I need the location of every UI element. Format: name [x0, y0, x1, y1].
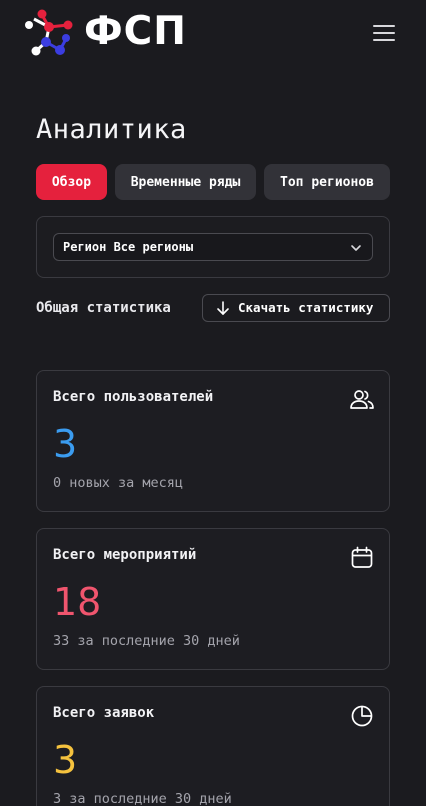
region-select-label: Регион Все регионы [63, 240, 194, 254]
download-icon [217, 301, 229, 315]
menu-line [373, 25, 395, 27]
stat-card-value: 3 [53, 422, 78, 466]
users-icon [350, 390, 374, 409]
hamburger-menu-icon[interactable] [372, 23, 396, 43]
logo-icon[interactable] [22, 7, 76, 57]
page-title: Аналитика [36, 114, 187, 145]
stat-card-title: Всего пользователей [53, 389, 214, 405]
stat-card-title: Всего заявок [53, 705, 155, 721]
menu-line [373, 32, 395, 34]
calendar-icon [351, 546, 373, 568]
download-stats-button[interactable]: Скачать статистику [202, 294, 390, 322]
section-title: Общая статистика [36, 300, 171, 316]
stat-card-subtitle: 0 новых за месяц [53, 475, 184, 491]
stat-card-applications: Всего заявок 3 3 за последние 30 дней [36, 686, 390, 806]
menu-line [373, 39, 395, 41]
stat-card-value: 18 [53, 580, 102, 624]
logo-text: ФСП [84, 9, 187, 54]
tab-top-regions[interactable]: Топ регионов [264, 164, 390, 200]
stat-card-subtitle: 3 за последние 30 дней [53, 791, 232, 806]
tab-overview[interactable]: Обзор [36, 164, 107, 200]
region-select[interactable]: Регион Все регионы [53, 233, 373, 261]
stat-card-users: Всего пользователей 3 0 новых за месяц [36, 370, 390, 512]
app-header: ФСП [0, 0, 426, 64]
stat-card-subtitle: 33 за последние 30 дней [53, 633, 240, 649]
stat-card-value: 3 [53, 738, 78, 782]
stat-card-events: Всего мероприятий 18 33 за последние 30 … [36, 528, 390, 670]
stat-card-title: Всего мероприятий [53, 547, 197, 563]
tab-time-series[interactable]: Временные ряды [115, 164, 256, 200]
pie-chart-icon [351, 705, 373, 727]
download-stats-label: Скачать статистику [238, 300, 374, 315]
chevron-down-icon [351, 245, 361, 251]
filter-panel: Регион Все регионы [36, 216, 390, 278]
